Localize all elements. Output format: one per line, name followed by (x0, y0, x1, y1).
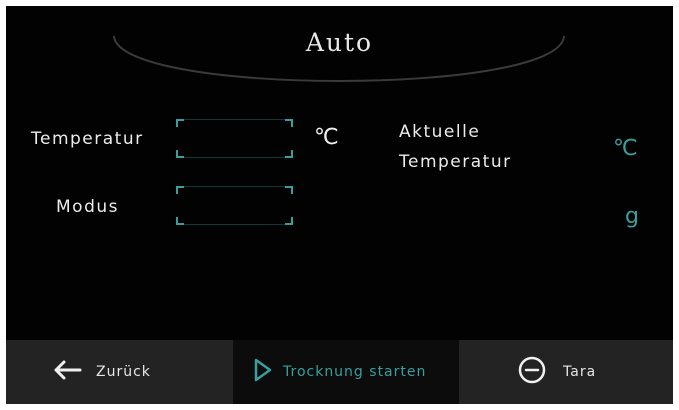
corner-marker (176, 217, 184, 225)
header: Auto (6, 6, 673, 102)
mode-input[interactable] (176, 186, 293, 225)
corner-marker (285, 186, 293, 194)
corner-marker (285, 150, 293, 158)
field-border (179, 119, 290, 158)
back-button-label: Zurück (96, 364, 151, 380)
tare-button-label: Tara (563, 364, 597, 380)
temperature-label: Temperatur (31, 129, 144, 149)
current-temperature-label-line1: Aktuelle (399, 122, 481, 142)
weight-unit: g (625, 204, 639, 229)
page-title: Auto (305, 28, 374, 57)
play-icon (253, 357, 273, 387)
corner-marker (285, 217, 293, 225)
start-drying-button-label: Trocknung starten (283, 364, 427, 380)
minus-circle-icon (517, 355, 547, 389)
bottom-toolbar: Zurück Trocknung starten Tara (6, 340, 673, 404)
mode-label: Modus (56, 197, 119, 217)
corner-marker (176, 150, 184, 158)
tare-button[interactable]: Tara (459, 340, 673, 404)
corner-marker (285, 119, 293, 127)
start-drying-button[interactable]: Trocknung starten (233, 340, 459, 404)
screen: Auto Temperatur ℃ Modus Aktuelle Tempera… (6, 6, 673, 404)
current-temperature-label-line2: Temperatur (399, 152, 512, 172)
temperature-input[interactable] (176, 119, 293, 158)
arrow-left-icon (52, 359, 82, 385)
back-button[interactable]: Zurück (6, 340, 233, 404)
temperature-unit: ℃ (314, 125, 339, 150)
field-border (179, 186, 290, 225)
corner-marker (176, 186, 184, 194)
corner-marker (176, 119, 184, 127)
current-temperature-unit: ℃ (613, 136, 638, 161)
